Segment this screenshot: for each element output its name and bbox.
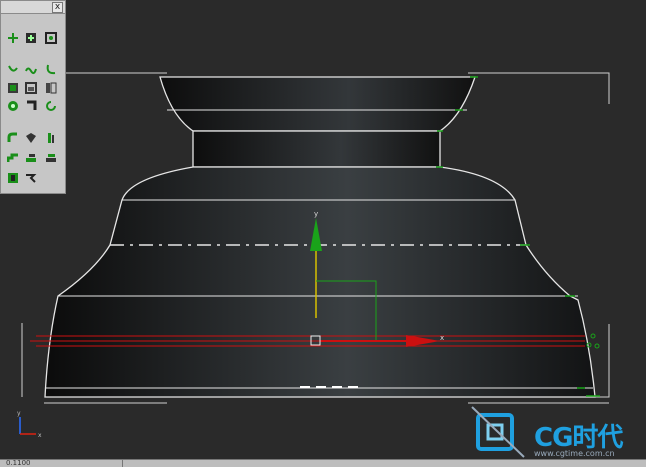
watermark-url: www.cgtime.com.cn	[534, 449, 615, 458]
floating-toolbar[interactable]: x	[0, 0, 66, 194]
watermark: CG时代 www.cgtime.com.cn	[468, 405, 638, 460]
base-body[interactable]	[44, 166, 596, 398]
gizmo-y-label: y	[314, 210, 318, 218]
curve-hook-icon[interactable]	[45, 64, 57, 76]
box-frame-icon[interactable]	[25, 82, 37, 94]
move-icon[interactable]	[7, 32, 19, 44]
bolt-icon[interactable]	[25, 100, 37, 112]
stack-alt-icon[interactable]	[45, 152, 57, 164]
tripod-y-label: y	[17, 410, 21, 417]
viewport[interactable]: y x y x	[0, 0, 646, 466]
neck[interactable]	[192, 130, 441, 168]
tripod-x-label: x	[38, 432, 42, 439]
snap-icon[interactable]	[45, 32, 57, 44]
grid-add-icon[interactable]	[25, 32, 37, 44]
curve-s-icon[interactable]	[7, 64, 19, 76]
cube-cut-icon[interactable]	[25, 132, 37, 144]
stack-icon[interactable]	[25, 152, 37, 164]
toolbar-titlebar[interactable]: x	[1, 1, 65, 14]
gear-green-icon[interactable]	[7, 100, 19, 112]
book-icon[interactable]	[45, 82, 57, 94]
scale-handles[interactable]	[586, 333, 600, 349]
rotate-arrow-icon[interactable]	[45, 100, 57, 112]
arrow-flag-icon[interactable]	[25, 172, 37, 184]
gizmo-x-label: x	[440, 334, 444, 342]
bar-icon[interactable]	[45, 132, 57, 144]
curve-wave-icon[interactable]	[25, 64, 37, 76]
capital-top[interactable]	[159, 76, 476, 132]
cg-logo-icon	[471, 406, 525, 458]
stairs-icon[interactable]	[7, 152, 19, 164]
frame-icon[interactable]	[7, 172, 19, 184]
shape-l-icon[interactable]	[7, 132, 19, 144]
axis-tripod: y x	[17, 410, 42, 439]
box-icon[interactable]	[7, 82, 19, 94]
close-icon[interactable]: x	[52, 2, 63, 13]
